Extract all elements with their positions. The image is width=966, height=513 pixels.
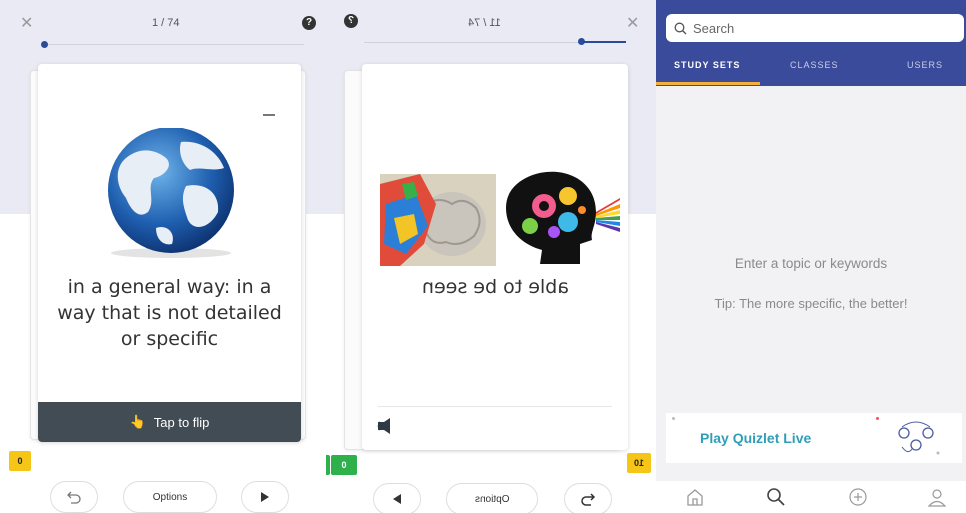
flashcard-screen-back: ? 11 / 74 ✕ able to be seen 0 10 Options (326, 0, 656, 513)
play-live-label: Play Quizlet Live (700, 430, 812, 446)
bottom-nav (656, 481, 966, 513)
help-icon[interactable]: ? (302, 16, 316, 30)
play-button[interactable] (373, 483, 421, 513)
speaker-icon[interactable] (376, 418, 398, 434)
home-icon[interactable] (685, 487, 705, 507)
globe-image (108, 128, 234, 258)
unknown-count-badge: 10 (627, 453, 651, 473)
tab-classes[interactable]: CLASSES (790, 60, 839, 70)
progress-fill (582, 41, 626, 43)
empty-state-prompt: Enter a topic or keywords (734, 256, 888, 271)
search-placeholder: Search (693, 20, 735, 36)
head-gears-illustration (506, 171, 620, 264)
close-icon[interactable]: ✕ (20, 13, 33, 33)
profile-icon[interactable] (927, 487, 947, 507)
quizlet-live-banner[interactable]: Play Quizlet Live (666, 413, 962, 463)
options-button[interactable]: Options (123, 481, 217, 513)
flashcard-screen-front: ✕ 1 / 74 ? in a general way: in a way th… (0, 0, 326, 513)
search-input[interactable]: Search (666, 14, 964, 42)
progress-counter: 11 / 74 (468, 17, 501, 29)
definition-text: able to be seen (421, 276, 569, 298)
tab-users[interactable]: USERS (907, 60, 943, 70)
help-icon[interactable]: ? (344, 14, 358, 28)
minus-icon[interactable] (263, 114, 275, 116)
search-header: Search STUDY SETS CLASSES USERS (656, 0, 966, 86)
definition-text: in a general way: in a way that is not d… (57, 276, 282, 350)
active-tab-indicator (656, 82, 760, 85)
play-icon (261, 492, 269, 502)
progress-handle (41, 41, 48, 48)
flashcard[interactable]: in a general way: in a way that is not d… (38, 64, 301, 442)
options-button[interactable]: Options (446, 483, 538, 513)
card-divider (378, 406, 612, 407)
flashcard[interactable]: able to be seen (362, 64, 628, 450)
known-count-left: 0 (326, 455, 330, 475)
tab-study-sets[interactable]: STUDY SETS (674, 60, 740, 70)
undo-button[interactable] (50, 481, 98, 513)
decor-dot (876, 417, 879, 420)
create-icon[interactable] (848, 487, 868, 507)
flip-label: Tap to flip (153, 414, 210, 430)
tap-to-flip-button[interactable]: 👆 Tap to flip (38, 402, 301, 442)
hand-pointer-icon: 👆 (129, 414, 146, 429)
undo-button[interactable] (564, 483, 612, 513)
known-count-right: 0 (331, 455, 357, 475)
search-screen: Search STUDY SETS CLASSES USERS Enter a … (656, 0, 966, 513)
play-icon (393, 494, 401, 504)
progress-track (44, 44, 304, 45)
brain-illustration (380, 174, 496, 266)
close-icon[interactable]: ✕ (626, 13, 639, 33)
decor-dot (672, 417, 675, 420)
live-team-icon (898, 421, 940, 455)
undo-icon (67, 491, 81, 504)
search-icon (674, 22, 687, 34)
progress-counter: 1 / 74 (152, 17, 180, 29)
empty-state-tip: Tip: The more specific, the better! (714, 296, 908, 311)
undo-icon (581, 493, 596, 506)
search-nav-icon[interactable] (766, 487, 786, 507)
play-button[interactable] (241, 481, 289, 513)
unknown-count-badge: 0 (9, 451, 31, 471)
